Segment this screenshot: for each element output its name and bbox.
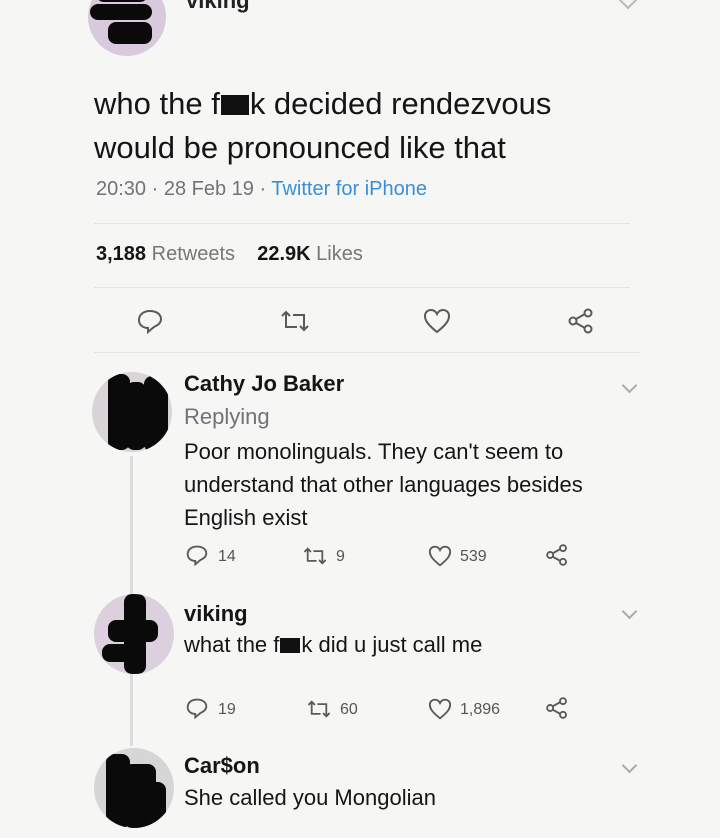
likes-label: Likes (316, 243, 363, 265)
reply-text: She called you Mongolian (184, 785, 436, 810)
reply-author-name[interactable]: Cathy Jo Baker (184, 371, 344, 397)
tweet-text-line2: would be pronounced like that (94, 130, 506, 165)
like-icon[interactable] (428, 545, 452, 567)
tweet-text: who the f k decided rendezvous would be p… (94, 82, 654, 170)
likes-count: 22.9K (257, 243, 311, 265)
like-count: 539 (460, 548, 487, 565)
reply-icon[interactable] (186, 544, 208, 566)
reply-count: 14 (218, 548, 236, 565)
retweets-count: 3,188 (96, 243, 147, 265)
share-icon[interactable] (545, 543, 569, 567)
separator-dot: · (151, 178, 164, 200)
reply-icon[interactable] (186, 697, 208, 719)
reply-text: what the f k did u just call me (184, 628, 640, 661)
avatar[interactable] (92, 372, 172, 452)
reply-icon[interactable] (137, 308, 163, 334)
reply-author-name[interactable]: viking (184, 601, 248, 627)
reply-count: 19 (218, 701, 236, 718)
chevron-down-icon[interactable] (616, 0, 640, 10)
likes-stat[interactable]: 22.9K Likes (257, 243, 363, 265)
divider (94, 287, 630, 288)
chevron-down-icon[interactable] (621, 377, 638, 394)
retweet-count: 60 (340, 701, 358, 718)
divider (94, 352, 640, 353)
reply-text: Poor monolinguals. They can't seem to un… (184, 439, 583, 530)
like-icon[interactable] (423, 308, 451, 334)
tweet-source[interactable]: Twitter for iPhone (271, 178, 427, 200)
replying-label: Replying (184, 404, 270, 429)
tweet-date: 28 Feb 19 (163, 178, 254, 200)
tweet-time: 20:30 (96, 178, 147, 200)
retweets-stat[interactable]: 3,188 Retweets (96, 243, 235, 265)
tweet-text-part2: k decided rendezvous (249, 86, 552, 121)
avatar[interactable] (94, 594, 174, 674)
retweets-label: Retweets (151, 243, 235, 265)
separator-dot: · (259, 178, 272, 200)
share-icon[interactable] (567, 307, 595, 335)
avatar[interactable] (88, 0, 166, 56)
like-count: 1,896 (460, 701, 501, 718)
retweet-count: 9 (336, 548, 345, 565)
tweet-meta: 20:30 · 28 Feb 19 · Twitter for iPhone (96, 178, 427, 201)
divider (94, 223, 630, 224)
reply-text-part2: k did u just call me (301, 632, 483, 657)
like-icon[interactable] (428, 698, 452, 720)
tweet-stats: 3,188 Retweets 22.9K Likes (96, 243, 363, 266)
tweet-text-part1: who the f (94, 86, 220, 121)
chevron-down-icon[interactable] (621, 603, 638, 620)
share-icon[interactable] (545, 696, 569, 720)
reply-text-part1: what the f (184, 632, 280, 657)
author-name[interactable]: viking (186, 0, 250, 14)
chevron-down-icon[interactable] (621, 757, 638, 774)
retweet-icon[interactable] (306, 699, 332, 719)
reply-author-name[interactable]: Car$on (184, 753, 260, 779)
redaction-bar (220, 95, 249, 115)
redaction-bar (280, 638, 301, 653)
retweet-icon[interactable] (279, 309, 311, 333)
avatar[interactable] (94, 748, 174, 828)
retweet-icon[interactable] (302, 546, 328, 566)
